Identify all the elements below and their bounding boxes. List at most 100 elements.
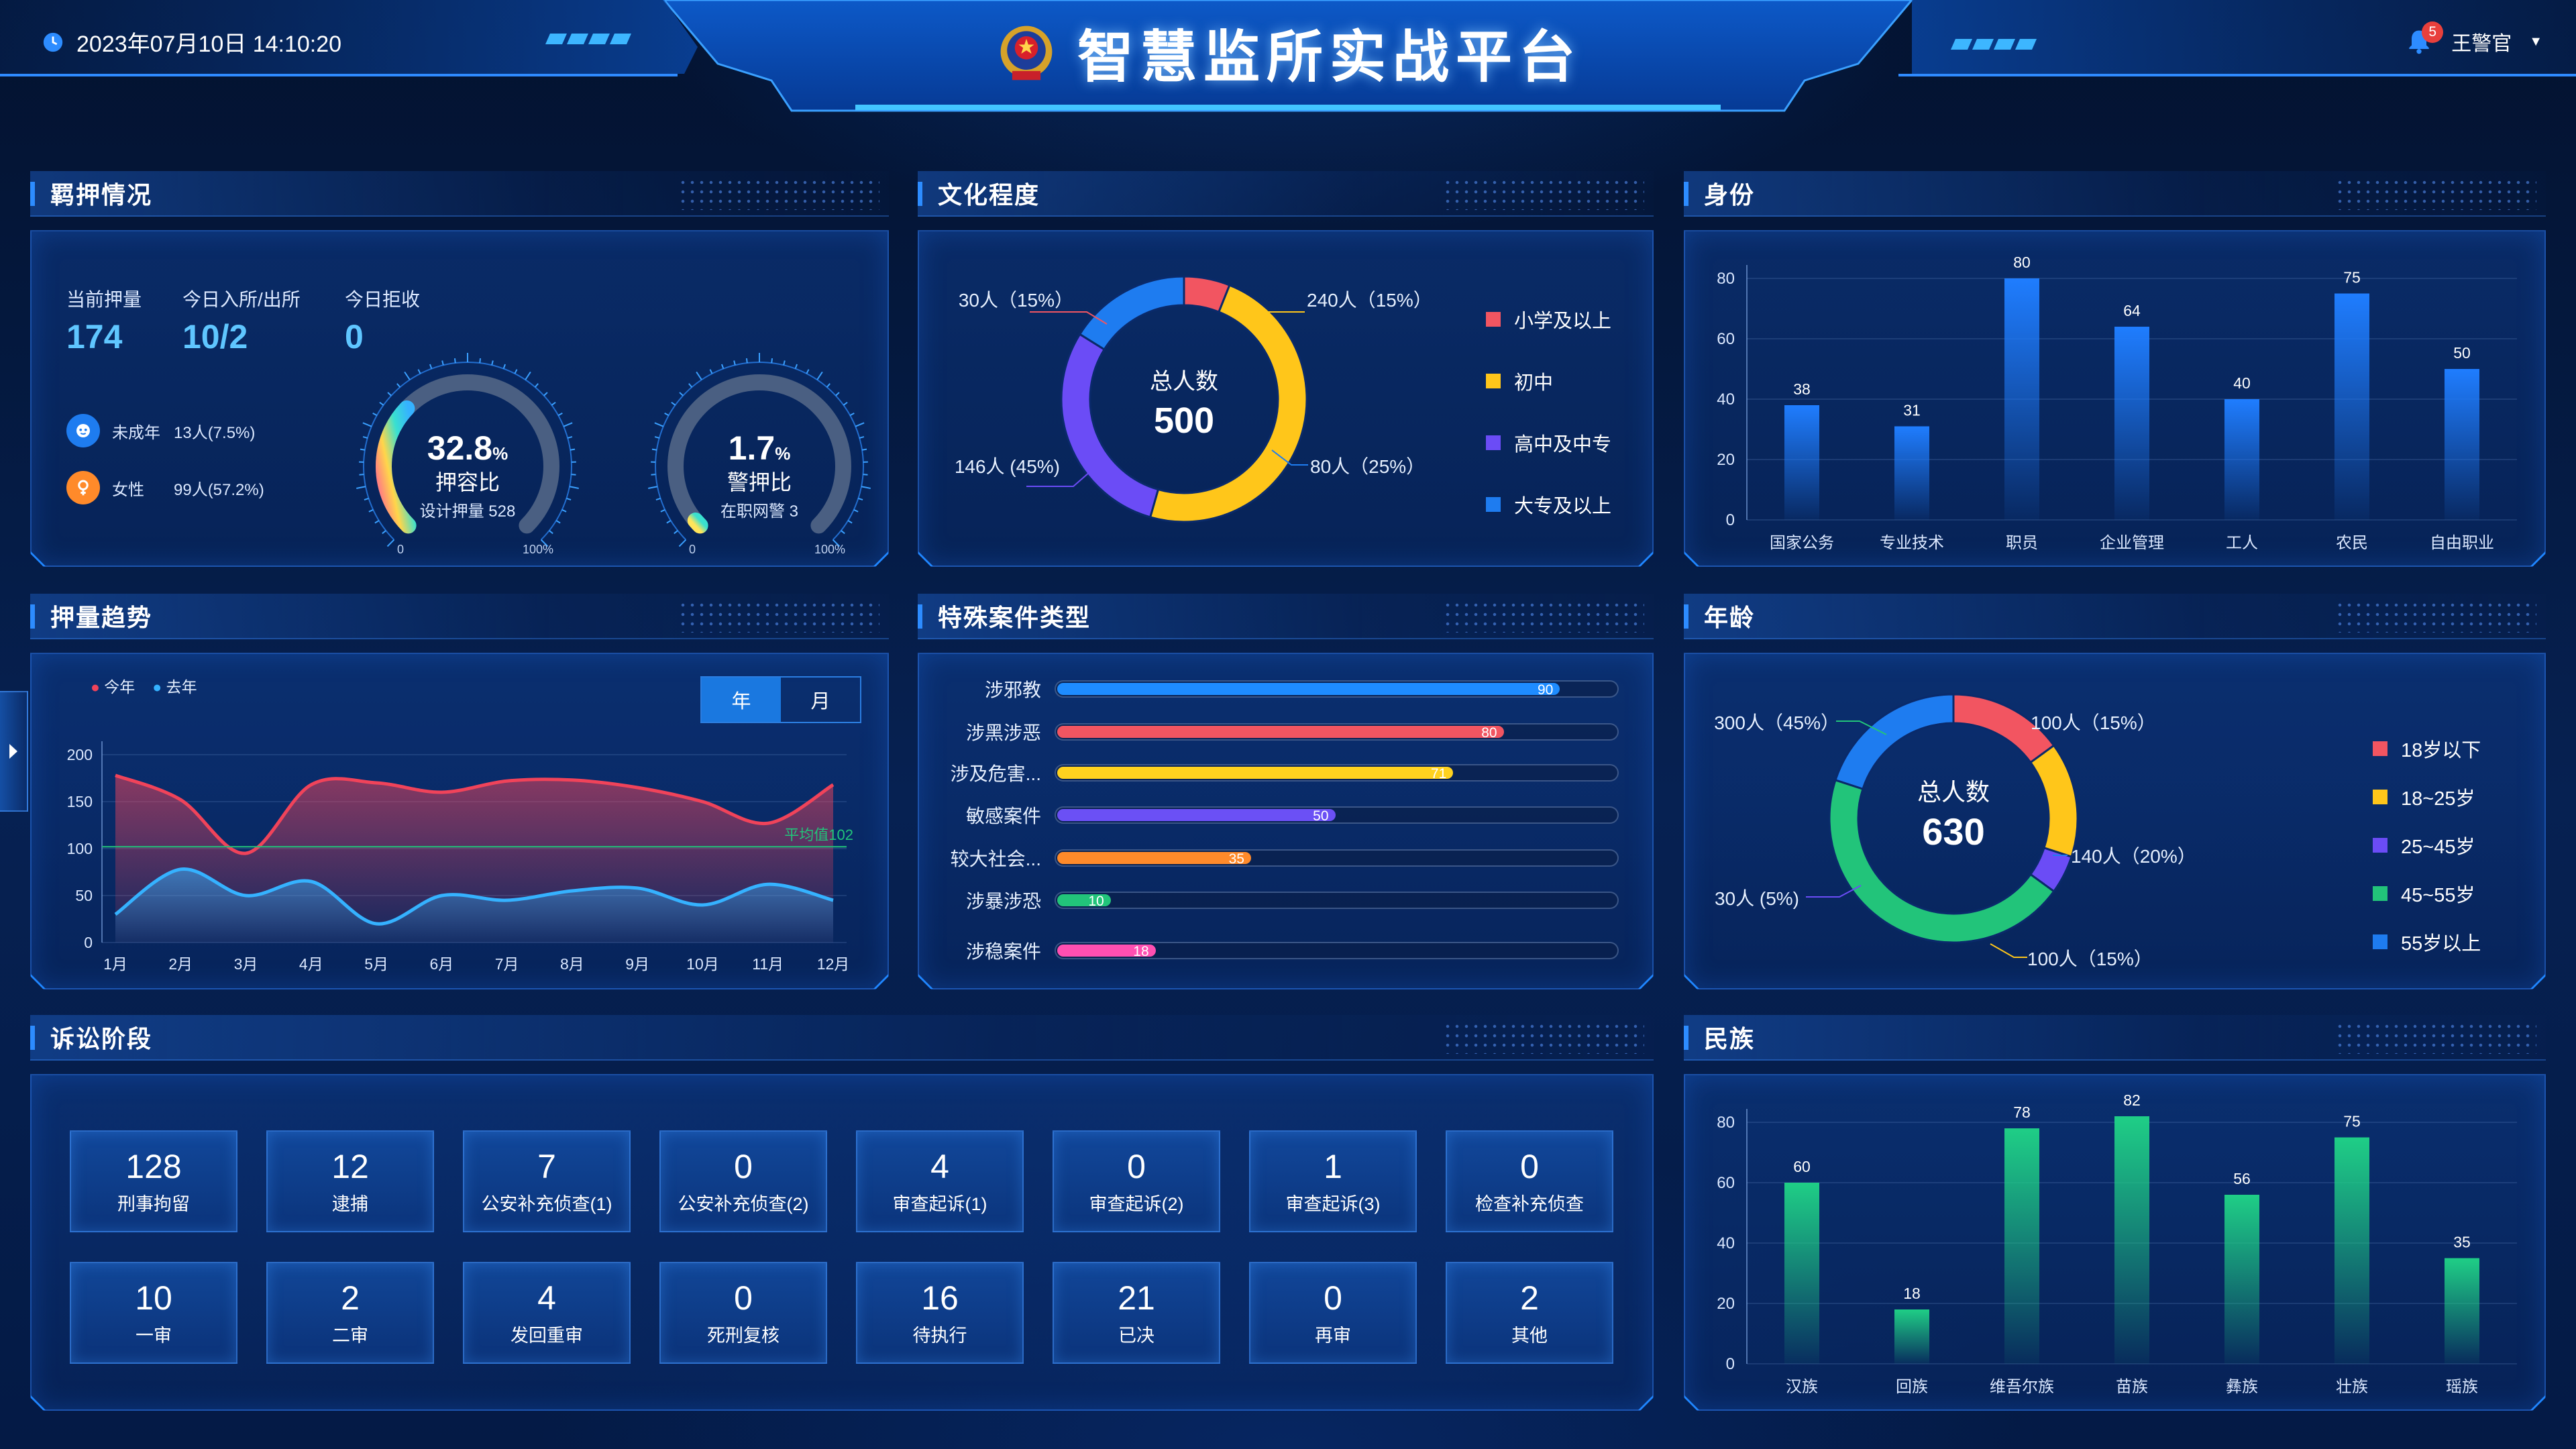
case-row: 涉暴涉恐 10 bbox=[941, 887, 1619, 914]
bar[interactable] bbox=[1894, 427, 1929, 521]
police-ratio-gauge: 1.7% 警押比 在职网警 3 0 100% bbox=[632, 339, 887, 560]
legend-item[interactable]: 高中及中专 bbox=[1486, 429, 1611, 457]
sidebar-toggle[interactable] bbox=[0, 691, 28, 812]
bar-value-label: 82 bbox=[2123, 1091, 2141, 1109]
x-tick-label: 3月 bbox=[234, 955, 258, 973]
stage-label: 再审 bbox=[1315, 1325, 1351, 1346]
stage-tile[interactable]: 1 审查起诉(3) bbox=[1249, 1130, 1417, 1232]
stat-label-current: 当前押量 bbox=[66, 289, 142, 310]
bar[interactable] bbox=[2114, 327, 2149, 520]
user-name[interactable]: 王警官 bbox=[2451, 27, 2512, 56]
svg-text:100%: 100% bbox=[814, 543, 845, 556]
stage-tile[interactable]: 0 审查起诉(2) bbox=[1053, 1130, 1220, 1232]
y-tick-label: 100 bbox=[67, 840, 93, 857]
bar[interactable] bbox=[2004, 1128, 2039, 1364]
svg-text:100%: 100% bbox=[523, 543, 553, 556]
donut-slice[interactable] bbox=[1835, 694, 1953, 789]
stage-tile[interactable]: 128 刑事拘留 bbox=[70, 1130, 237, 1232]
x-tick-label: 企业管理 bbox=[2100, 534, 2164, 552]
stage-tile[interactable]: 0 死刑复核 bbox=[659, 1262, 827, 1364]
case-bar[interactable]: 10 bbox=[1055, 892, 1619, 909]
stage-tile[interactable]: 4 发回重审 bbox=[463, 1262, 631, 1364]
stage-tile[interactable]: 0 再审 bbox=[1249, 1262, 1417, 1364]
bar[interactable] bbox=[2114, 1116, 2149, 1364]
stage-count: 4 bbox=[930, 1147, 949, 1185]
legend-item[interactable]: 小学及以上 bbox=[1486, 305, 1611, 333]
stage-tile[interactable]: 16 待执行 bbox=[856, 1262, 1024, 1364]
bar-value-label: 38 bbox=[1793, 380, 1811, 398]
stage-tile[interactable]: 4 审查起诉(1) bbox=[856, 1130, 1024, 1232]
x-tick-label: 5月 bbox=[364, 955, 388, 973]
legend-item[interactable]: 初中 bbox=[1486, 367, 1611, 395]
panel-title: 特殊案件类型 bbox=[938, 604, 1091, 631]
bar[interactable] bbox=[2445, 1258, 2479, 1364]
education-legend: 小学及以上 初中 高中及中专 大专及以上 bbox=[1486, 305, 1611, 519]
stage-tile[interactable]: 0 检查补充侦查 bbox=[1446, 1130, 1613, 1232]
x-tick-label: 汉族 bbox=[1786, 1378, 1818, 1396]
bar[interactable] bbox=[1784, 405, 1819, 520]
bar[interactable] bbox=[2445, 369, 2479, 520]
bar[interactable] bbox=[2224, 399, 2259, 520]
legend-item[interactable]: 45~55岁 bbox=[2373, 879, 2481, 908]
legend-item[interactable]: 大专及以上 bbox=[1486, 490, 1611, 519]
x-tick-label: 6月 bbox=[429, 955, 453, 973]
bar[interactable] bbox=[1784, 1183, 1819, 1364]
stage-count: 2 bbox=[1520, 1279, 1539, 1317]
case-bar[interactable]: 35 bbox=[1055, 849, 1619, 867]
stage-tile[interactable]: 2 二审 bbox=[266, 1262, 434, 1364]
stage-count: 10 bbox=[135, 1279, 172, 1317]
legend-item[interactable]: 18岁以下 bbox=[2373, 735, 2481, 763]
stage-count: 0 bbox=[1324, 1279, 1342, 1317]
case-bar[interactable]: 80 bbox=[1055, 723, 1619, 741]
gauge-name: 警押比 bbox=[727, 470, 792, 494]
stage-tile[interactable]: 2 其他 bbox=[1446, 1262, 1613, 1364]
bar-value-label: 35 bbox=[2453, 1234, 2471, 1251]
bar[interactable] bbox=[1894, 1309, 1929, 1364]
stage-label: 待执行 bbox=[912, 1325, 967, 1346]
stat-value-in-out: 10/2 bbox=[182, 318, 248, 356]
gauge-name: 押容比 bbox=[435, 470, 500, 494]
title-area: 智慧监所实战平台 bbox=[0, 12, 2576, 93]
legend-item[interactable]: 55岁以上 bbox=[2373, 928, 2481, 956]
bar[interactable] bbox=[2334, 1138, 2369, 1364]
bar[interactable] bbox=[2334, 294, 2369, 521]
bar-value-label: 64 bbox=[2123, 302, 2141, 319]
case-value: 18 bbox=[1133, 944, 1149, 959]
notification-button[interactable]: 5 bbox=[2404, 21, 2444, 56]
case-value: 71 bbox=[1430, 766, 1447, 782]
identity-panel: 身份 0 20 40 60 80 38 国家公务 31 专业技术 80 职员 64 企业管理 40 工人 75… bbox=[1684, 171, 2546, 567]
case-bar[interactable]: 18 bbox=[1055, 942, 1619, 959]
stage-tile[interactable]: 0 公安补充侦查(2) bbox=[659, 1130, 827, 1232]
case-value: 80 bbox=[1481, 725, 1497, 741]
donut-slice[interactable] bbox=[1061, 334, 1158, 517]
female-label: 女性 bbox=[112, 480, 144, 499]
y-tick-label: 50 bbox=[75, 887, 93, 904]
donut-slice[interactable] bbox=[2031, 745, 2078, 857]
case-bar[interactable]: 50 bbox=[1055, 806, 1619, 824]
chevron-down-icon[interactable]: ▼ bbox=[2529, 34, 2542, 50]
stage-label: 二审 bbox=[332, 1325, 368, 1346]
case-label: 涉暴涉恐 bbox=[965, 891, 1041, 912]
bar[interactable] bbox=[2004, 278, 2039, 520]
case-bar[interactable]: 90 bbox=[1055, 680, 1619, 698]
svg-text:0: 0 bbox=[397, 543, 404, 556]
donut-slice[interactable] bbox=[1080, 276, 1184, 350]
x-tick-label: 国家公务 bbox=[1770, 534, 1834, 552]
y-tick-label: 80 bbox=[1717, 270, 1735, 288]
stage-label: 审查起诉(2) bbox=[1089, 1193, 1184, 1214]
legend-item[interactable]: 18~25岁 bbox=[2373, 783, 2481, 811]
panel-title: 羁押情况 bbox=[50, 181, 153, 209]
case-row: 涉黑涉恶 80 bbox=[941, 718, 1619, 745]
stage-tile[interactable]: 10 一审 bbox=[70, 1262, 237, 1364]
stage-tile[interactable]: 7 公安补充侦查(1) bbox=[463, 1130, 631, 1232]
case-bar[interactable]: 71 bbox=[1055, 764, 1619, 782]
legend-item[interactable]: 25~45岁 bbox=[2373, 831, 2481, 859]
bar[interactable] bbox=[2224, 1195, 2259, 1364]
stage-label: 审查起诉(1) bbox=[892, 1193, 987, 1214]
stage-tile[interactable]: 12 逮捕 bbox=[266, 1130, 434, 1232]
stage-label: 逮捕 bbox=[332, 1193, 368, 1214]
y-tick-label: 80 bbox=[1717, 1114, 1735, 1132]
stage-tile[interactable]: 21 已决 bbox=[1053, 1262, 1220, 1364]
child-icon bbox=[66, 414, 100, 447]
donut-label: 300人（45%） bbox=[1714, 712, 1839, 733]
